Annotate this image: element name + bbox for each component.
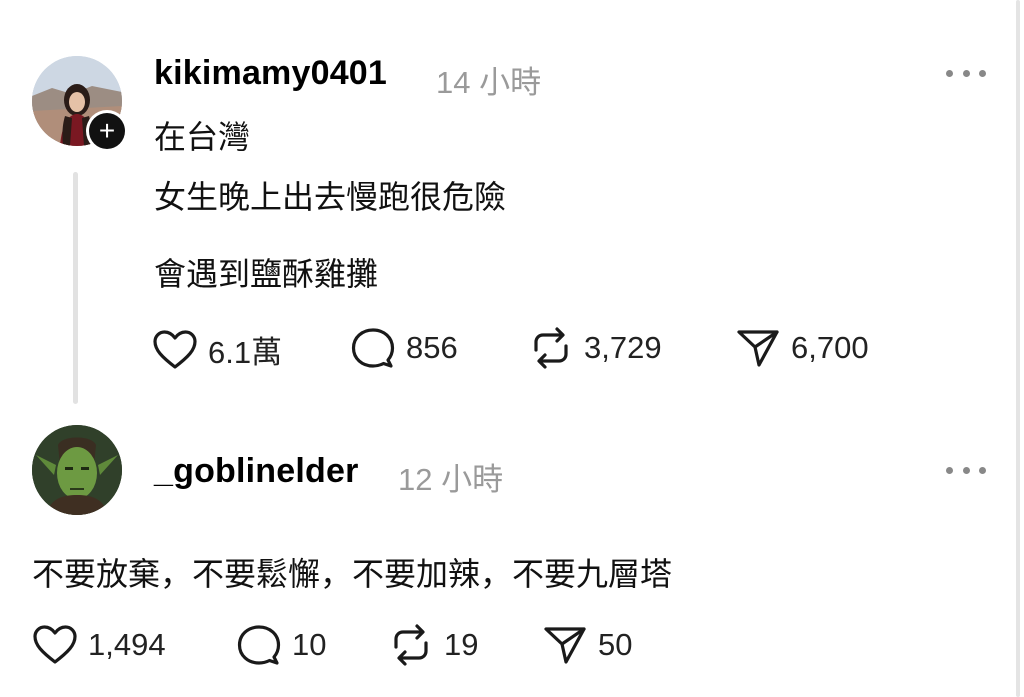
more-dots-icon[interactable]	[946, 66, 986, 80]
scrollbar[interactable]	[1016, 0, 1020, 697]
timestamp: 14 小時	[436, 65, 542, 100]
avatar[interactable]	[32, 425, 122, 515]
avatar-goblin	[32, 425, 122, 515]
post-text-line: 在台灣	[154, 119, 251, 155]
like-count: 6.1萬	[208, 335, 283, 370]
comment-bubble-icon	[351, 328, 395, 368]
post-text-line: 女生晚上出去慢跑很危險	[154, 179, 507, 215]
plus-icon: +	[89, 113, 125, 149]
heart-icon	[33, 625, 77, 664]
post-text-line: 不要放棄，不要鬆懈，不要加辣，不要九層塔	[32, 556, 673, 592]
repost-button[interactable]: 3,729	[528, 326, 662, 370]
repost-icon	[394, 624, 428, 666]
follow-button[interactable]: +	[86, 110, 128, 152]
share-button[interactable]: 6,700	[735, 327, 869, 369]
heart-icon	[153, 329, 197, 369]
username[interactable]: kikimamy0401	[154, 54, 387, 93]
share-button[interactable]: 50	[542, 624, 632, 666]
repost-icon	[534, 327, 568, 369]
share-count: 6,700	[791, 330, 869, 365]
threads-page: + kikimamy0401 14 小時 在台灣 女生晚上出去慢跑很危險 會遇到…	[0, 0, 1024, 697]
repost-count: 19	[444, 627, 479, 662]
repost-count: 3,729	[584, 330, 662, 365]
comment-count: 856	[406, 330, 458, 365]
like-button[interactable]: 1,494	[32, 624, 166, 666]
username[interactable]: _goblinelder	[154, 452, 359, 491]
send-icon	[737, 330, 779, 367]
comment-count: 10	[292, 627, 327, 662]
repost-button[interactable]: 19	[388, 623, 478, 667]
thread-line	[73, 172, 78, 404]
post-text-line: 會遇到鹽酥雞攤	[154, 256, 379, 292]
comment-bubble-icon	[237, 625, 281, 665]
like-count: 1,494	[88, 627, 166, 662]
timestamp: 12 小時	[398, 462, 504, 497]
comment-button[interactable]: 10	[236, 623, 326, 667]
like-button[interactable]: 6.1萬	[152, 327, 282, 372]
more-dots-icon[interactable]	[946, 463, 986, 477]
share-count: 50	[598, 627, 633, 662]
comment-button[interactable]: 856	[350, 326, 458, 370]
send-icon	[544, 627, 586, 664]
